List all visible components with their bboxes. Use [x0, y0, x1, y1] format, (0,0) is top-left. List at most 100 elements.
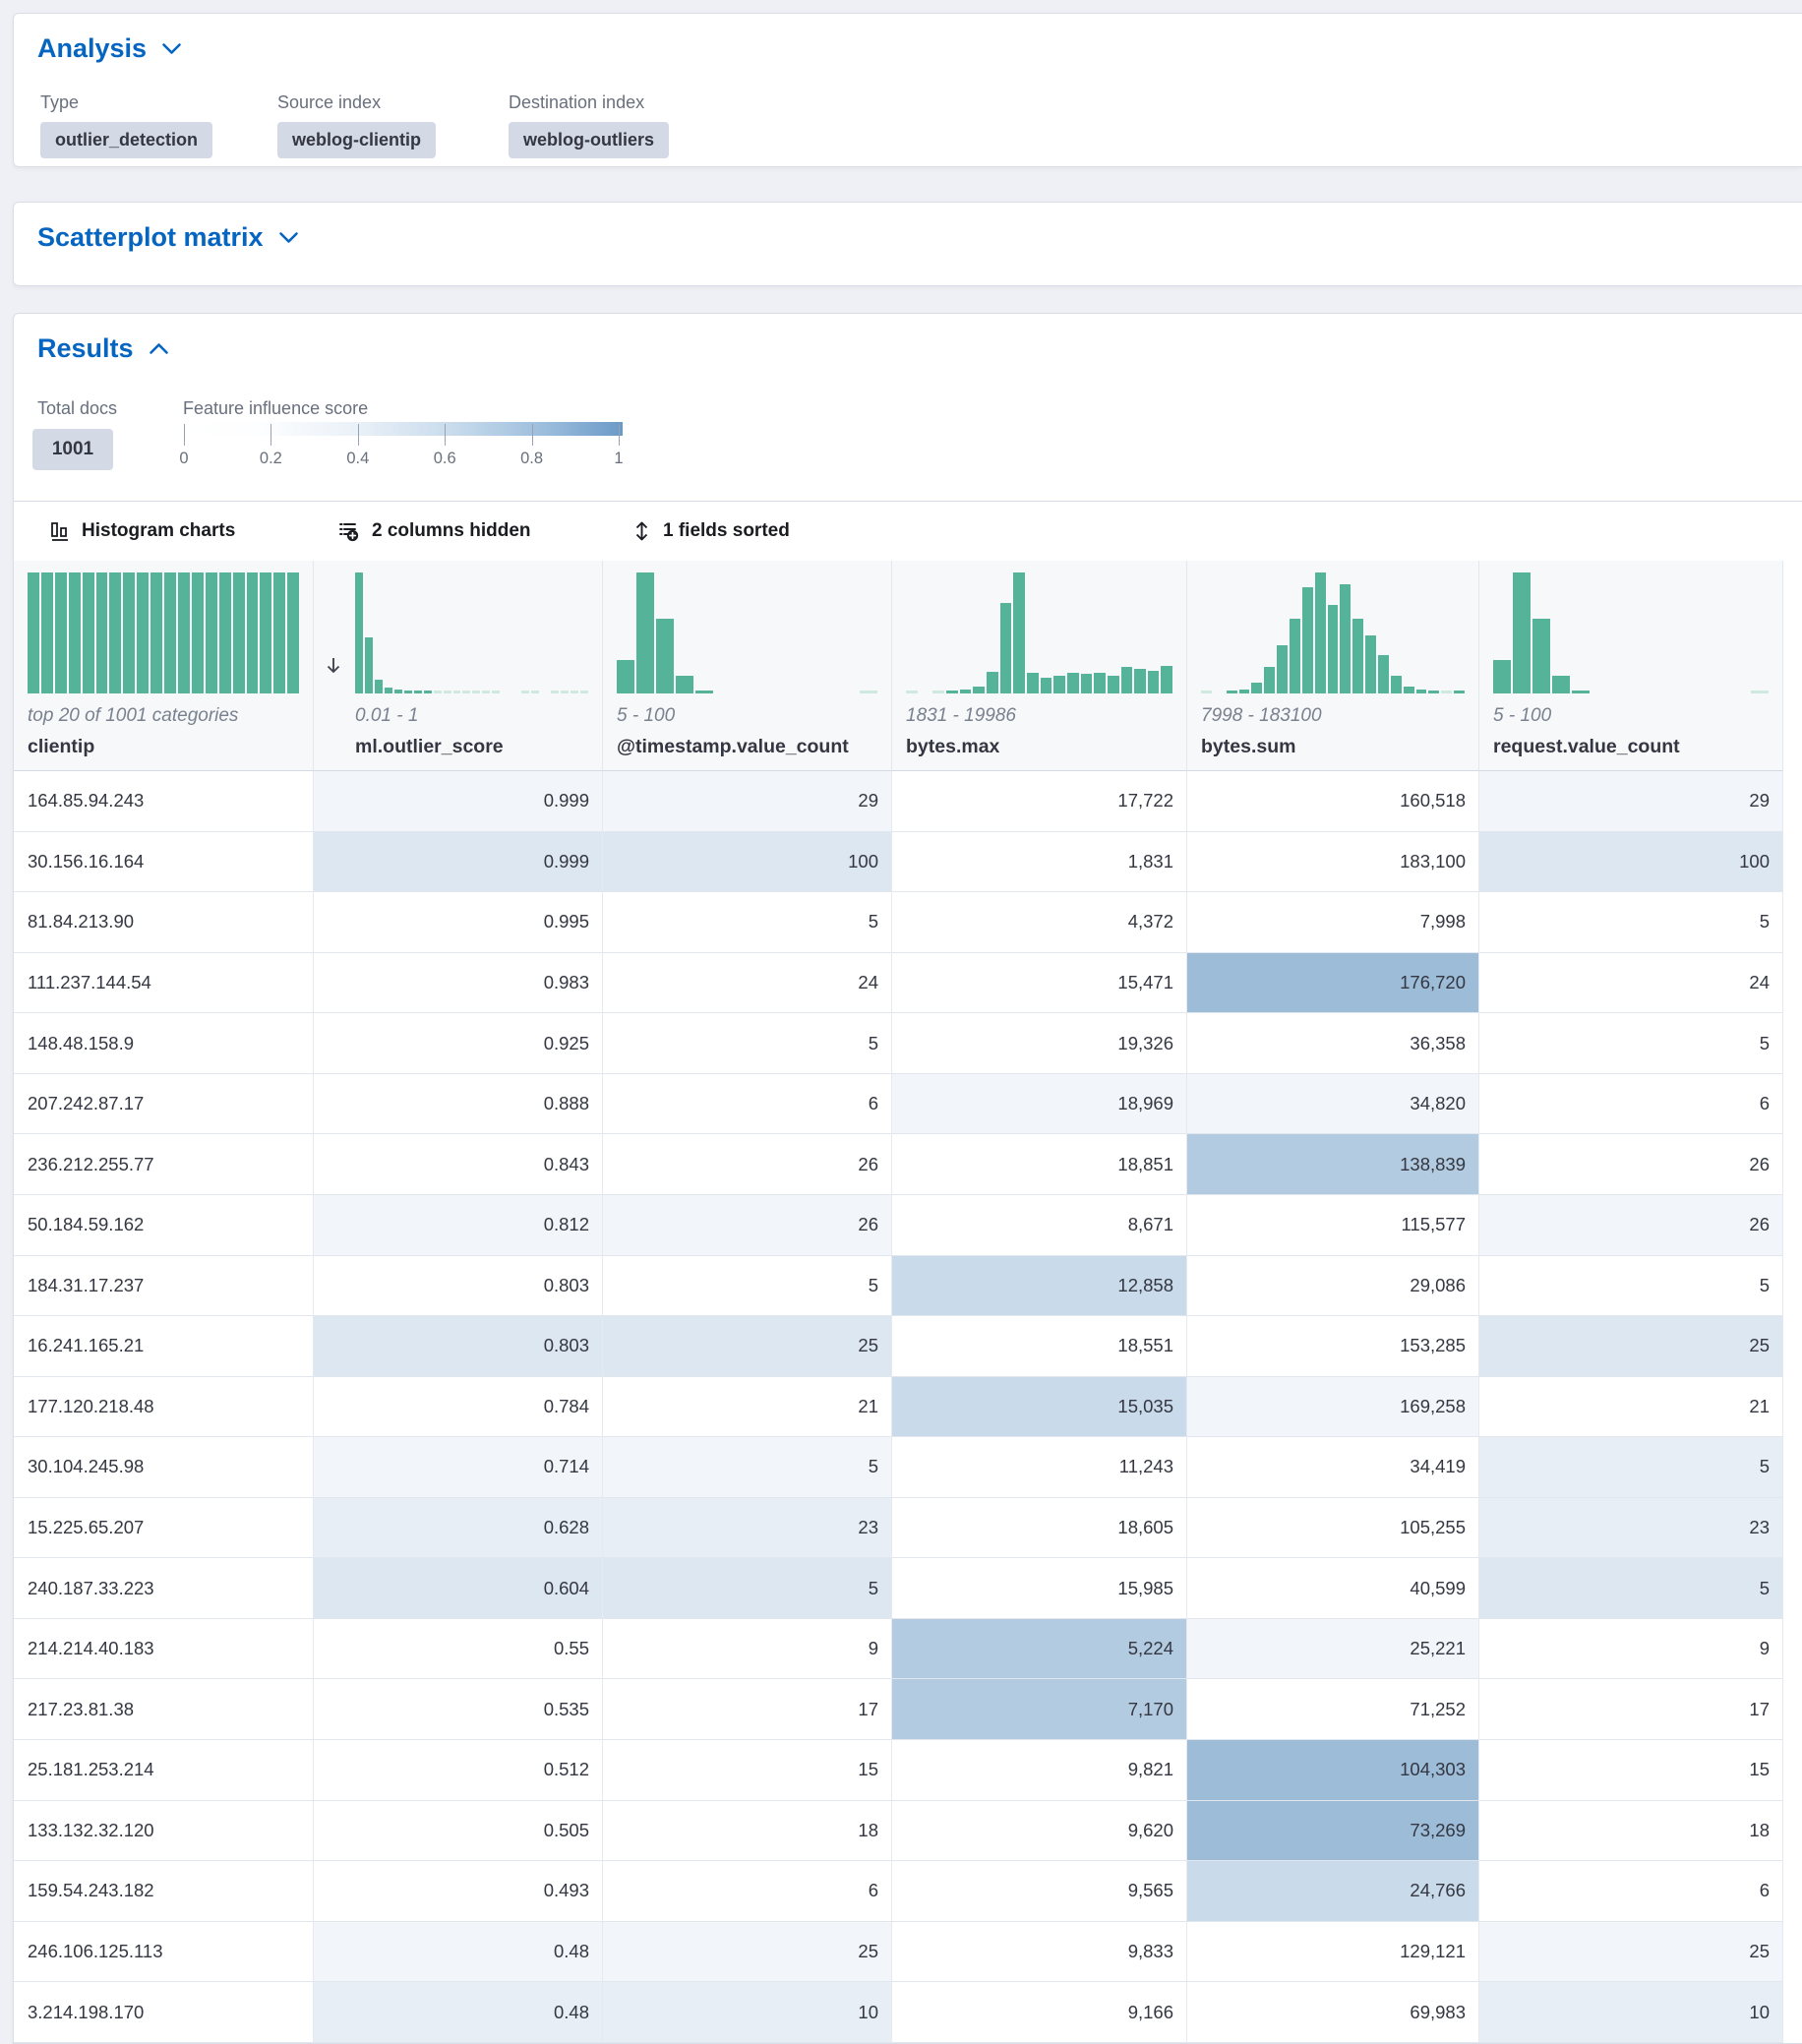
cell-request.value_count[interactable]: 26	[1479, 1195, 1783, 1256]
cell-bytes.sum[interactable]: 29,086	[1187, 1256, 1479, 1317]
cell-bytes.max[interactable]: 19,326	[892, 1013, 1187, 1074]
cell-bytes.sum[interactable]: 25,221	[1187, 1619, 1479, 1680]
cell-bytes.sum[interactable]: 115,577	[1187, 1195, 1479, 1256]
column-header-bytes.max[interactable]: 1831 - 19986bytes.max	[892, 561, 1187, 771]
cell-@timestamp.value_count[interactable]: 100	[603, 832, 892, 893]
cell-request.value_count[interactable]: 26	[1479, 1134, 1783, 1195]
cell-ml.outlier_score[interactable]: 0.995	[314, 892, 603, 953]
cell-clientip[interactable]: 15.225.65.207	[14, 1498, 314, 1559]
cell-bytes.sum[interactable]: 69,983	[1187, 1982, 1479, 2043]
cell-@timestamp.value_count[interactable]: 5	[603, 1256, 892, 1317]
cell-request.value_count[interactable]: 21	[1479, 1377, 1783, 1438]
cell-ml.outlier_score[interactable]: 0.604	[314, 1558, 603, 1619]
cell-bytes.sum[interactable]: 71,252	[1187, 1679, 1479, 1740]
cell-request.value_count[interactable]: 15	[1479, 1740, 1783, 1801]
cell-@timestamp.value_count[interactable]: 26	[603, 1195, 892, 1256]
cell-request.value_count[interactable]: 24	[1479, 953, 1783, 1014]
cell-@timestamp.value_count[interactable]: 10	[603, 1982, 892, 2043]
cell-bytes.sum[interactable]: 129,121	[1187, 1922, 1479, 1983]
cell-bytes.max[interactable]: 8,671	[892, 1195, 1187, 1256]
cell-request.value_count[interactable]: 5	[1479, 1437, 1783, 1498]
cell-@timestamp.value_count[interactable]: 5	[603, 1013, 892, 1074]
cell-request.value_count[interactable]: 10	[1479, 1982, 1783, 2043]
cell-bytes.sum[interactable]: 160,518	[1187, 771, 1479, 832]
column-header-@timestamp.value_count[interactable]: 5 - 100@timestamp.value_count	[603, 561, 892, 771]
cell-clientip[interactable]: 111.237.144.54	[14, 953, 314, 1014]
cell-@timestamp.value_count[interactable]: 15	[603, 1740, 892, 1801]
cell-request.value_count[interactable]: 29	[1479, 771, 1783, 832]
cell-@timestamp.value_count[interactable]: 18	[603, 1801, 892, 1862]
cell-bytes.sum[interactable]: 176,720	[1187, 953, 1479, 1014]
cell-request.value_count[interactable]: 25	[1479, 1922, 1783, 1983]
cell-bytes.max[interactable]: 7,170	[892, 1679, 1187, 1740]
cell-clientip[interactable]: 81.84.213.90	[14, 892, 314, 953]
cell-@timestamp.value_count[interactable]: 5	[603, 1437, 892, 1498]
cell-bytes.sum[interactable]: 104,303	[1187, 1740, 1479, 1801]
cell-request.value_count[interactable]: 100	[1479, 832, 1783, 893]
cell-@timestamp.value_count[interactable]: 25	[603, 1316, 892, 1377]
cell-clientip[interactable]: 214.214.40.183	[14, 1619, 314, 1680]
column-header-request.value_count[interactable]: 5 - 100request.value_count	[1479, 561, 1783, 771]
cell-bytes.max[interactable]: 9,166	[892, 1982, 1187, 2043]
cell-bytes.sum[interactable]: 169,258	[1187, 1377, 1479, 1438]
cell-bytes.max[interactable]: 5,224	[892, 1619, 1187, 1680]
cell-@timestamp.value_count[interactable]: 25	[603, 1922, 892, 1983]
cell-bytes.max[interactable]: 15,471	[892, 953, 1187, 1014]
cell-ml.outlier_score[interactable]: 0.803	[314, 1316, 603, 1377]
cell-bytes.max[interactable]: 9,833	[892, 1922, 1187, 1983]
cell-bytes.max[interactable]: 18,969	[892, 1074, 1187, 1135]
cell-clientip[interactable]: 25.181.253.214	[14, 1740, 314, 1801]
cell-bytes.max[interactable]: 17,722	[892, 771, 1187, 832]
cell-bytes.max[interactable]: 4,372	[892, 892, 1187, 953]
cell-bytes.max[interactable]: 15,985	[892, 1558, 1187, 1619]
cell-@timestamp.value_count[interactable]: 24	[603, 953, 892, 1014]
cell-clientip[interactable]: 3.214.198.170	[14, 1982, 314, 2043]
scatterplot-section-toggle[interactable]: Scatterplot matrix	[37, 222, 299, 253]
cell-ml.outlier_score[interactable]: 0.512	[314, 1740, 603, 1801]
cell-bytes.sum[interactable]: 138,839	[1187, 1134, 1479, 1195]
cell-bytes.sum[interactable]: 34,419	[1187, 1437, 1479, 1498]
cell-bytes.sum[interactable]: 153,285	[1187, 1316, 1479, 1377]
cell-clientip[interactable]: 159.54.243.182	[14, 1861, 314, 1922]
cell-ml.outlier_score[interactable]: 0.812	[314, 1195, 603, 1256]
cell-@timestamp.value_count[interactable]: 6	[603, 1074, 892, 1135]
cell-clientip[interactable]: 164.85.94.243	[14, 771, 314, 832]
cell-bytes.sum[interactable]: 73,269	[1187, 1801, 1479, 1862]
cell-request.value_count[interactable]: 18	[1479, 1801, 1783, 1862]
cell-bytes.max[interactable]: 9,565	[892, 1861, 1187, 1922]
fields-sorted-button[interactable]: 1 fields sorted	[631, 502, 790, 561]
cell-clientip[interactable]: 177.120.218.48	[14, 1377, 314, 1438]
cell-ml.outlier_score[interactable]: 0.803	[314, 1256, 603, 1317]
cell-ml.outlier_score[interactable]: 0.714	[314, 1437, 603, 1498]
cell-ml.outlier_score[interactable]: 0.535	[314, 1679, 603, 1740]
cell-ml.outlier_score[interactable]: 0.888	[314, 1074, 603, 1135]
results-section-toggle[interactable]: Results	[37, 333, 169, 364]
cell-request.value_count[interactable]: 25	[1479, 1316, 1783, 1377]
cell-ml.outlier_score[interactable]: 0.784	[314, 1377, 603, 1438]
cell-request.value_count[interactable]: 6	[1479, 1861, 1783, 1922]
cell-clientip[interactable]: 16.241.165.21	[14, 1316, 314, 1377]
cell-bytes.max[interactable]: 9,620	[892, 1801, 1187, 1862]
cell-ml.outlier_score[interactable]: 0.843	[314, 1134, 603, 1195]
cell-ml.outlier_score[interactable]: 0.999	[314, 771, 603, 832]
cell-request.value_count[interactable]: 5	[1479, 1256, 1783, 1317]
cell-request.value_count[interactable]: 6	[1479, 1074, 1783, 1135]
cell-ml.outlier_score[interactable]: 0.925	[314, 1013, 603, 1074]
cell-bytes.sum[interactable]: 40,599	[1187, 1558, 1479, 1619]
column-header-ml.outlier_score[interactable]: 0.01 - 1ml.outlier_score	[314, 561, 603, 771]
cell-@timestamp.value_count[interactable]: 29	[603, 771, 892, 832]
cell-clientip[interactable]: 217.23.81.38	[14, 1679, 314, 1740]
column-header-clientip[interactable]: top 20 of 1001 categoriesclientip	[14, 561, 314, 771]
cell-bytes.sum[interactable]: 24,766	[1187, 1861, 1479, 1922]
cell-ml.outlier_score[interactable]: 0.999	[314, 832, 603, 893]
cell-clientip[interactable]: 50.184.59.162	[14, 1195, 314, 1256]
cell-bytes.max[interactable]: 18,605	[892, 1498, 1187, 1559]
cell-ml.outlier_score[interactable]: 0.493	[314, 1861, 603, 1922]
cell-request.value_count[interactable]: 23	[1479, 1498, 1783, 1559]
cell-@timestamp.value_count[interactable]: 5	[603, 892, 892, 953]
cell-@timestamp.value_count[interactable]: 17	[603, 1679, 892, 1740]
cell-clientip[interactable]: 30.104.245.98	[14, 1437, 314, 1498]
cell-bytes.max[interactable]: 11,243	[892, 1437, 1187, 1498]
cell-@timestamp.value_count[interactable]: 6	[603, 1861, 892, 1922]
cell-bytes.max[interactable]: 15,035	[892, 1377, 1187, 1438]
